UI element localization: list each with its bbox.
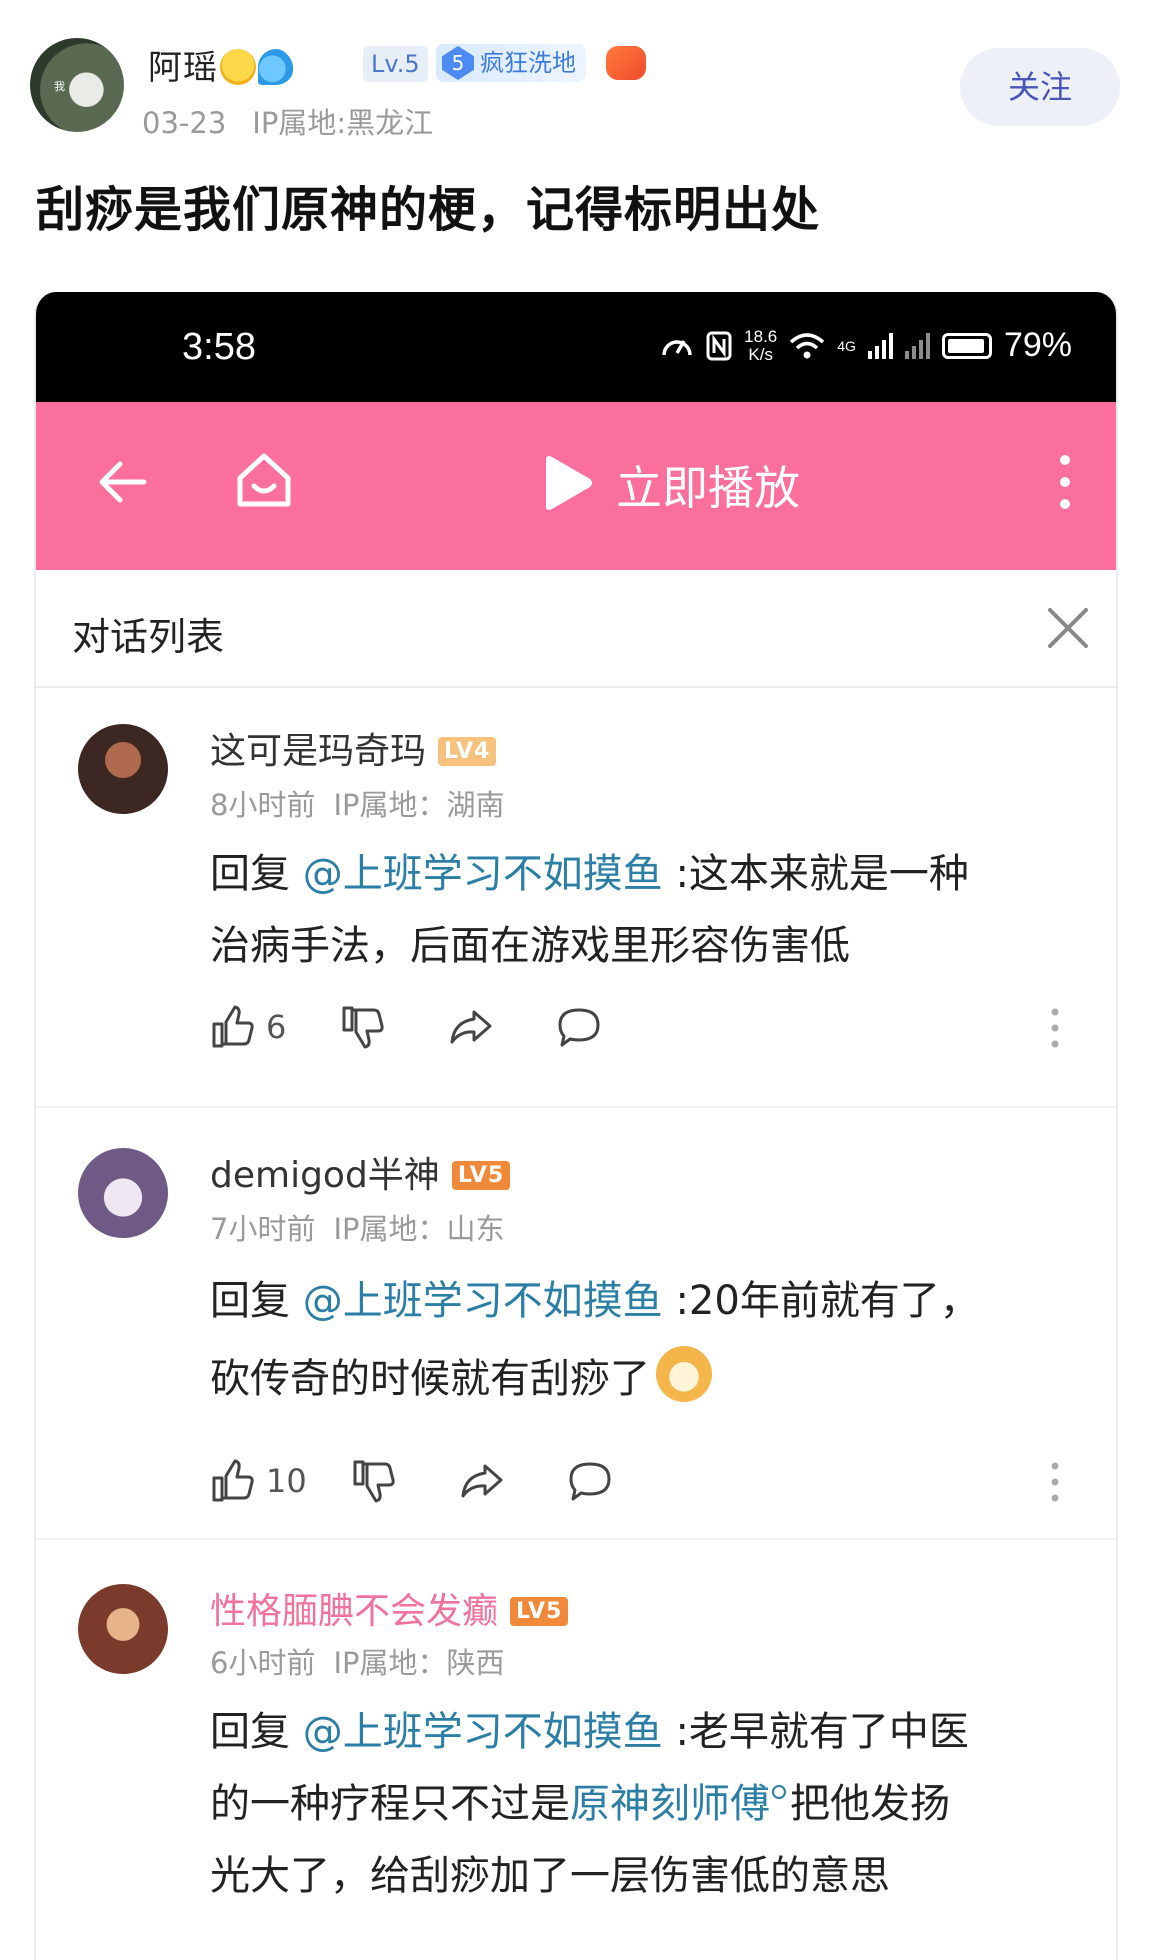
comment-ip: IP属地：陕西 — [333, 1646, 505, 1680]
post-date: 03-23 — [142, 106, 227, 140]
doge-emoji-icon — [656, 1346, 712, 1402]
back-arrow-icon[interactable] — [92, 452, 152, 512]
commenter-level-badge: LV4 — [438, 737, 497, 766]
status-bar: 3:58 18.6 K/s 4G 79% — [36, 292, 1116, 402]
commenter-level-badge: LV5 — [510, 1597, 569, 1626]
mention-link[interactable]: @上班学习不如摸鱼 — [303, 851, 663, 897]
speed-gauge-icon — [662, 339, 692, 355]
comment-more-icon[interactable] — [1050, 1460, 1060, 1504]
commenter-name[interactable]: 性格腼腆不会发癫 — [210, 1591, 498, 1632]
conversation-title: 对话列表 — [72, 615, 225, 659]
comment-ip: IP属地：山东 — [333, 1212, 505, 1246]
fan-badge-gem-icon: 5 — [442, 46, 474, 80]
commenter-name-row[interactable]: 性格腼腆不会发癫 LV5 — [210, 1582, 569, 1634]
commenter-name[interactable]: demigod半神 — [210, 1155, 440, 1196]
author-avatar[interactable]: 我 — [30, 38, 124, 132]
comment-actions: 6 — [210, 1002, 602, 1052]
comment-line: 把他发扬 — [790, 1781, 950, 1827]
battery-percent: 79% — [1003, 326, 1072, 364]
sweat-drops-emoji-icon — [258, 49, 294, 85]
fan-badge-label: 疯狂洗地 — [480, 49, 576, 77]
comment-line: :老早就有了中医 — [675, 1709, 969, 1755]
comment-text: 回复 @上班学习不如摸鱼 :这本来就是一种 治病手法，后面在游戏里形容伤害低 — [210, 838, 1070, 982]
comment-icon[interactable] — [556, 1004, 602, 1050]
comment-meta: 7小时前 IP属地：山东 — [210, 1206, 505, 1248]
home-icon[interactable] — [232, 448, 296, 512]
comment-line: :20年前就有了， — [675, 1278, 980, 1324]
mention-link[interactable]: @上班学习不如摸鱼 — [303, 1278, 663, 1324]
thumbs-up-icon[interactable] — [210, 1458, 256, 1504]
level-badge: Lv.5 — [363, 46, 428, 82]
commenter-name[interactable]: 这可是玛奇玛 — [210, 731, 426, 772]
like-count: 10 — [266, 1462, 307, 1500]
comment-meta: 8小时前 IP属地：湖南 — [210, 782, 505, 824]
reply-prefix: 回复 — [210, 1709, 290, 1755]
commenter-avatar[interactable] — [78, 1148, 168, 1238]
net-speed: 18.6 K/s — [744, 326, 778, 364]
comment-actions: 10 — [210, 1456, 613, 1506]
post-meta: 03-23 IP属地:黑龙江 — [142, 100, 433, 142]
thumbs-down-icon[interactable] — [351, 1458, 397, 1504]
comment-text: 回复 @上班学习不如摸鱼 :20年前就有了， 砍传奇的时候就有刮痧了 — [210, 1262, 1070, 1418]
play-icon[interactable] — [540, 454, 594, 512]
comment-item: demigod半神 LV5 7小时前 IP属地：山东 回复 @上班学习不如摸鱼 :2… — [36, 1108, 1116, 1540]
commenter-avatar[interactable] — [78, 1584, 168, 1674]
commenter-name-row[interactable]: demigod半神 LV5 — [210, 1146, 511, 1198]
play-now-button[interactable]: 立即播放 — [616, 452, 800, 518]
comment-time: 8小时前 — [210, 788, 316, 822]
battery-icon — [941, 332, 992, 359]
app-bar: 立即播放 — [36, 402, 1116, 570]
comment-text: 回复 @上班学习不如摸鱼 :老早就有了中医 的一种疗程只不过是原神刻师傅 把他发扬… — [210, 1696, 1070, 1912]
close-icon[interactable] — [1044, 604, 1092, 652]
comment-line: 治病手法，后面在游戏里形容伤害低 — [210, 923, 850, 969]
post-ip: IP属地:黑龙江 — [252, 106, 434, 140]
commenter-name-row[interactable]: 这可是玛奇玛 LV4 — [210, 722, 497, 774]
post-header: 我 阿瑶 Lv.5 5 疯狂洗地 03-23 IP属地:黑龙江 关注 — [30, 38, 1122, 140]
more-vertical-icon[interactable] — [1058, 452, 1072, 512]
commenter-level-badge: LV5 — [451, 1161, 511, 1190]
post-title: 刮痧是我们原神的梗，记得标明出处 — [36, 182, 821, 238]
search-keyword-link[interactable]: 原神刻师傅 — [570, 1781, 770, 1827]
author-name-row[interactable]: 阿瑶 — [148, 40, 294, 89]
comment-more-icon[interactable] — [1050, 1006, 1060, 1050]
comment-icon[interactable] — [567, 1458, 613, 1504]
signal-strength-icon — [867, 332, 893, 359]
like-count: 6 — [266, 1008, 287, 1046]
share-icon[interactable] — [448, 1004, 494, 1050]
nfc-icon — [706, 331, 732, 360]
mention-link[interactable]: @上班学习不如摸鱼 — [303, 1709, 663, 1755]
reply-prefix: 回复 — [210, 1278, 290, 1324]
signal-strength-2-icon — [904, 332, 930, 359]
wifi-icon — [790, 332, 825, 358]
comment-line: :这本来就是一种 — [675, 851, 969, 897]
follow-button[interactable]: 关注 — [960, 48, 1120, 126]
comment-meta: 6小时前 IP属地：陕西 — [210, 1640, 505, 1682]
comment-time: 7小时前 — [210, 1212, 316, 1246]
thumbs-down-icon[interactable] — [340, 1004, 386, 1050]
share-icon[interactable] — [459, 1458, 505, 1504]
embedded-screenshot[interactable]: 3:58 18.6 K/s 4G 79% 立即播放 对话列表 这可是玛奇玛 LV4 … — [34, 292, 1118, 1960]
author-name[interactable]: 阿瑶 — [148, 48, 218, 88]
network-type: 4G — [837, 337, 856, 354]
reply-prefix: 回复 — [210, 851, 290, 897]
comment-line: 砍传奇的时候就有刮痧了 — [210, 1356, 650, 1402]
search-icon[interactable] — [772, 1785, 786, 1799]
comment-item: 性格腼腆不会发癫 LV5 6小时前 IP属地：陕西 回复 @上班学习不如摸鱼 :老早… — [36, 1540, 1116, 1960]
game-controller-badge-icon — [606, 46, 646, 80]
status-icons: 18.6 K/s 4G 79% — [660, 326, 1072, 365]
status-time: 3:58 — [182, 326, 256, 368]
comment-ip: IP属地：湖南 — [333, 788, 505, 822]
comment-line: 光大了，给刮痧加了一层伤害低的意思 — [210, 1853, 890, 1899]
comment-time: 6小时前 — [210, 1646, 316, 1680]
thumbs-up-icon[interactable] — [210, 1004, 256, 1050]
commenter-avatar[interactable] — [78, 724, 168, 814]
comment-item: 这可是玛奇玛 LV4 8小时前 IP属地：湖南 回复 @上班学习不如摸鱼 :这本来就… — [36, 688, 1116, 1108]
comment-line: 的一种疗程只不过是 — [210, 1781, 570, 1827]
conversation-header: 对话列表 — [36, 570, 1116, 688]
laughing-emoji-icon — [220, 49, 256, 85]
fan-badge[interactable]: 5 疯狂洗地 — [436, 44, 586, 82]
